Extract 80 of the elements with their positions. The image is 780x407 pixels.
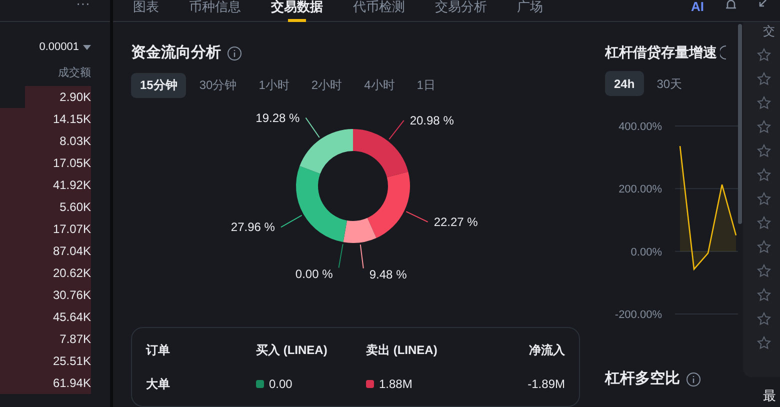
value-label: 19.28 % [256, 110, 300, 124]
leader-line [338, 243, 344, 268]
axis-label: 0.00% [630, 246, 662, 258]
value-label: 20.98 % [410, 112, 454, 127]
amount-cell-text: 17.07K [52, 221, 91, 238]
period-tab[interactable]: 15分钟 [131, 72, 186, 98]
amount-cell-text: 41.92K [52, 177, 91, 194]
column-header: 买入 (LINEA) [256, 342, 328, 358]
amount-cell-text: 20.62K [52, 265, 91, 282]
info-icon[interactable] [720, 45, 726, 60]
donut-slice [353, 128, 408, 177]
value-label: 27.96 % [230, 220, 275, 234]
star-icon[interactable] [756, 336, 770, 350]
section-title: 资金流向分析 [131, 43, 221, 63]
star-icon[interactable] [756, 120, 770, 134]
value-label: 9.48 % [369, 266, 407, 281]
tab[interactable]: 图表 [133, 0, 159, 22]
column-header: 订单 [146, 342, 171, 358]
column-header: 成交额 [58, 66, 91, 80]
period-tab[interactable]: 2小时 [302, 72, 352, 98]
axis-label: 400.00% [618, 121, 662, 133]
table-cell-text: 1.88M [379, 376, 412, 392]
column-header: 交 [763, 23, 775, 40]
period-tab[interactable]: 24h [605, 71, 644, 96]
amount-cell-text: 87.04K [52, 243, 91, 260]
star-icon[interactable] [756, 144, 770, 158]
leader-line [305, 116, 320, 138]
star-icon[interactable] [756, 288, 770, 302]
star-icon[interactable] [756, 48, 770, 62]
leader-line [388, 119, 404, 140]
star-icon[interactable] [756, 240, 770, 254]
star-icon[interactable] [756, 264, 770, 278]
value-label: 22.27 % [434, 214, 478, 228]
table-cell-text: 0.00 [269, 376, 292, 392]
scrollbar[interactable] [738, 24, 742, 224]
axis-label: -200.00% [614, 309, 662, 321]
amount-cell-text: 7.87K [60, 331, 91, 348]
section-title: 杠杆多空比 [605, 369, 680, 389]
period-tab[interactable]: 1日 [408, 72, 444, 98]
column-header: 净流入 [528, 342, 565, 358]
ai-button[interactable]: AI [691, 0, 704, 13]
info-icon[interactable] [686, 372, 701, 387]
amount-cell-text: 5.60K [60, 199, 91, 216]
table-cell-text: 大单 [146, 376, 171, 392]
tab[interactable]: 交易数据 [271, 0, 323, 22]
collapse-arrow-icon[interactable] [758, 0, 768, 8]
amount-cell-text: 25.51K [52, 353, 91, 370]
bell-icon[interactable] [724, 0, 738, 10]
star-icon[interactable] [756, 312, 770, 326]
period-tab[interactable]: 30分钟 [190, 72, 246, 98]
leader-line [280, 214, 302, 228]
amount-cell-text: 14.15K [52, 111, 91, 128]
leader-line [360, 244, 364, 268]
star-icon[interactable] [756, 72, 770, 86]
tab[interactable]: 广场 [517, 0, 543, 22]
table-cell-text: -1.89M [526, 376, 565, 392]
period-tab[interactable]: 4小时 [355, 72, 404, 98]
amount-cell-text: 2.90K [60, 89, 91, 106]
more-menu[interactable]: ··· [76, 0, 90, 10]
caret-icon [83, 44, 91, 50]
tab[interactable]: 币种信息 [189, 0, 241, 22]
star-icon[interactable] [756, 192, 770, 206]
tab[interactable]: 代币检测 [353, 0, 405, 22]
period-tab[interactable]: 1小时 [250, 72, 298, 98]
precision-select[interactable]: 0.00001 [39, 39, 79, 56]
star-icon[interactable] [756, 96, 770, 110]
value-label: 0.00 % [295, 266, 333, 280]
amount-cell-text: 45.64K [52, 309, 91, 326]
amount-cell-text: 61.94K [52, 375, 91, 392]
star-icon[interactable] [756, 168, 770, 182]
amount-cell-text: 8.03K [60, 133, 91, 150]
tab[interactable]: 交易分析 [435, 0, 487, 22]
column-header: 卖出 (LINEA) [366, 342, 438, 358]
info-icon[interactable] [227, 46, 242, 61]
amount-cell-text: 30.76K [52, 287, 91, 304]
star-icon[interactable] [756, 216, 770, 230]
period-tab[interactable]: 30天 [648, 71, 692, 96]
leader-line [406, 210, 428, 222]
axis-label: 200.00% [618, 184, 662, 196]
amount-cell-text: 17.05K [52, 155, 91, 172]
